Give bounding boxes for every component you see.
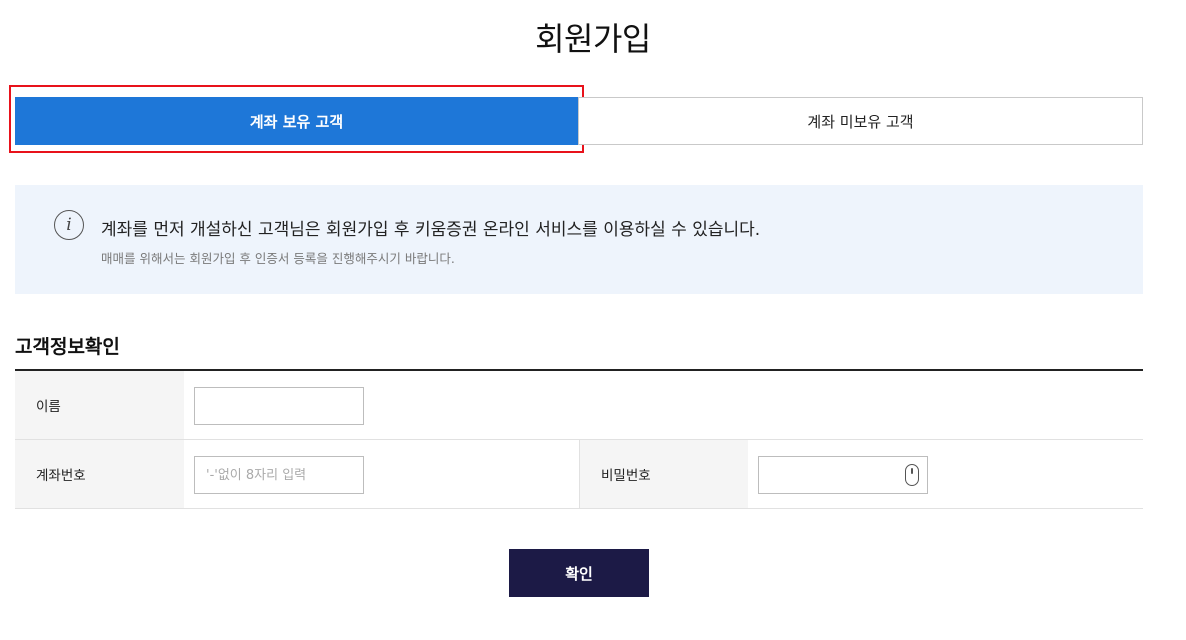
form-row-name: 이름: [15, 371, 1143, 440]
confirm-button[interactable]: 확인: [509, 549, 649, 597]
notice-box: i 계좌를 먼저 개설하신 고객님은 회원가입 후 키움증권 온라인 서비스를 …: [15, 185, 1143, 294]
form-row-account: 계좌번호 비밀번호: [15, 440, 1143, 509]
customer-info-form: 이름 계좌번호 비밀번호: [15, 369, 1143, 509]
tab-non-account-holder[interactable]: 계좌 미보유 고객: [578, 97, 1143, 145]
info-icon: i: [54, 210, 84, 240]
password-field[interactable]: [758, 456, 928, 494]
password-label: 비밀번호: [579, 440, 748, 508]
name-input[interactable]: [194, 387, 364, 425]
tab-account-holder[interactable]: 계좌 보유 고객: [15, 97, 578, 145]
mouse-icon[interactable]: [905, 464, 919, 486]
account-number-input[interactable]: [194, 456, 364, 494]
section-title: 고객정보확인: [15, 336, 120, 358]
account-number-label: 계좌번호: [15, 440, 184, 508]
page-title: 회원가입: [535, 20, 651, 58]
notice-main-text: 계좌를 먼저 개설하신 고객님은 회원가입 후 키움증권 온라인 서비스를 이용…: [101, 220, 761, 240]
notice-sub-text: 매매를 위해서는 회원가입 후 인증서 등록을 진행해주시기 바랍니다.: [101, 251, 455, 266]
name-label: 이름: [15, 371, 184, 439]
